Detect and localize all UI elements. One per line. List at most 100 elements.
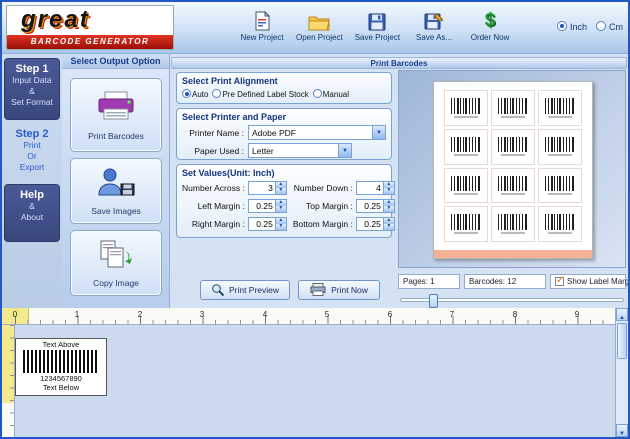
- top-margin-stepper[interactable]: [356, 199, 395, 213]
- magnifier-icon: [211, 283, 224, 298]
- show-label-margin-checkbox[interactable]: [555, 277, 564, 286]
- scroll-down-icon[interactable]: [616, 424, 628, 437]
- floppy-pencil-icon: [424, 9, 445, 31]
- preview-barcode-cell: [538, 90, 582, 126]
- radio-icon: [313, 89, 322, 98]
- spin-down-icon[interactable]: [276, 188, 286, 194]
- top-margin-input[interactable]: [357, 200, 383, 212]
- label-margin-highlight: [434, 250, 592, 258]
- bottom-margin-stepper[interactable]: [356, 217, 395, 231]
- alignment-predefined-radio[interactable]: Pre Defined Label Stock: [212, 89, 308, 99]
- left-margin-stepper[interactable]: [248, 199, 287, 213]
- spin-down-icon[interactable]: [384, 206, 394, 212]
- design-workspace: 0 1 2 3 4 5 6 7 8 9 Text Above 123456789…: [2, 308, 628, 437]
- spin-down-icon[interactable]: [384, 224, 394, 230]
- barcode-icon: [23, 350, 99, 373]
- number-down-stepper[interactable]: [356, 181, 395, 195]
- print-preview-label: Print Preview: [229, 285, 279, 295]
- unit-inch-label: Inch: [570, 22, 587, 32]
- left-margin-input[interactable]: [249, 200, 275, 212]
- ruler-minor-ticks: [10, 325, 14, 437]
- vertical-ruler: [2, 325, 15, 437]
- paper-used-label: Paper Used :: [182, 146, 244, 156]
- print-preview-button[interactable]: Print Preview: [200, 280, 290, 300]
- barcode-icon: [545, 98, 575, 114]
- sidebar-step2[interactable]: Step 2 Print Or Export: [4, 124, 60, 180]
- unit-inch-radio[interactable]: Inch: [557, 21, 587, 32]
- step-sidebar: Step 1 Input Data & Set Format Step 2 Pr…: [2, 54, 62, 308]
- barcode-text-above: Text Above: [43, 340, 80, 349]
- preview-barcode-cell: [538, 129, 582, 165]
- scroll-up-icon[interactable]: [616, 308, 628, 321]
- preview-barcode-cell: [491, 129, 535, 165]
- ruler-number: 1: [72, 310, 82, 319]
- dollar-icon: $: [485, 9, 496, 31]
- barcode-icon: [498, 137, 528, 153]
- copy-image-label: Copy Image: [93, 278, 139, 288]
- show-label-margin-box: Show Label Margin: [550, 274, 626, 289]
- spin-down-icon[interactable]: [276, 224, 286, 230]
- barcode-icon: [498, 176, 528, 192]
- ruler-number: 8: [510, 310, 520, 319]
- order-now-label: Order Now: [471, 33, 510, 42]
- preview-zoom-slider[interactable]: [400, 298, 624, 302]
- preview-barcode-cell: [538, 168, 582, 204]
- copy-image-button[interactable]: Copy Image: [70, 230, 162, 296]
- print-now-button[interactable]: Print Now: [298, 280, 380, 300]
- save-images-button[interactable]: Save Images: [70, 158, 162, 224]
- preview-barcode-cell: [538, 206, 582, 242]
- sidebar-help-about[interactable]: Help & About: [4, 184, 60, 242]
- open-project-button[interactable]: Open Project: [296, 9, 343, 42]
- sidebar-step1[interactable]: Step 1 Input Data & Set Format: [4, 58, 60, 120]
- preview-barcode-cell: [491, 206, 535, 242]
- barcode-icon: [451, 98, 481, 114]
- logo-subtitle: BARCODE GENERATOR: [7, 35, 173, 49]
- print-barcodes-panel: Print Barcodes Select Print Alignment Au…: [170, 54, 628, 308]
- alignment-group: Select Print Alignment Auto Pre Defined …: [176, 72, 392, 104]
- print-barcodes-button[interactable]: Print Barcodes: [70, 78, 162, 152]
- radio-icon: [596, 21, 606, 31]
- right-margin-input[interactable]: [249, 218, 275, 230]
- app-window: great BARCODE GENERATOR New Project Open…: [0, 0, 630, 439]
- right-margin-stepper[interactable]: [248, 217, 287, 231]
- barcode-design-object[interactable]: Text Above 1234567890 Text Below: [15, 338, 107, 396]
- preview-barcode-cell: [444, 129, 488, 165]
- chevron-down-icon[interactable]: [338, 144, 351, 157]
- ruler-number: 5: [322, 310, 332, 319]
- horizontal-ruler: 0 1 2 3 4 5 6 7 8 9: [2, 308, 615, 325]
- number-across-stepper[interactable]: [248, 181, 287, 195]
- bottom-margin-input[interactable]: [357, 218, 383, 230]
- spin-down-icon[interactable]: [384, 188, 394, 194]
- preview-barcode-cell: [444, 206, 488, 242]
- barcode-text-below: Text Below: [43, 383, 79, 392]
- workspace-scrollbar[interactable]: [615, 308, 628, 437]
- print-barcodes-label: Print Barcodes: [88, 131, 144, 141]
- barcode-icon: [545, 214, 575, 230]
- printer-name-dropdown[interactable]: Adobe PDF: [248, 125, 386, 140]
- save-project-label: Save Project: [355, 33, 400, 42]
- print-now-label: Print Now: [331, 285, 368, 295]
- unit-cm-radio[interactable]: Cm: [596, 21, 623, 32]
- scrollbar-thumb[interactable]: [617, 323, 627, 359]
- new-project-button[interactable]: New Project: [240, 9, 284, 42]
- spin-down-icon[interactable]: [276, 206, 286, 212]
- save-project-button[interactable]: Save Project: [355, 9, 400, 42]
- save-as-label: Save As...: [416, 33, 452, 42]
- preview-barcode-cell: [444, 90, 488, 126]
- person-floppy-icon: [95, 167, 137, 202]
- unit-cm-label: Cm: [609, 22, 623, 32]
- number-across-input[interactable]: [249, 182, 275, 194]
- save-as-button[interactable]: Save As...: [412, 9, 456, 42]
- slider-thumb[interactable]: [429, 294, 438, 308]
- alignment-auto-radio[interactable]: Auto: [182, 89, 208, 99]
- output-options-header: Select Output Option: [62, 54, 169, 69]
- order-now-button[interactable]: $ Order Now: [468, 9, 512, 42]
- paper-used-dropdown[interactable]: Letter: [248, 143, 352, 158]
- alignment-manual-radio[interactable]: Manual: [313, 89, 349, 99]
- number-down-input[interactable]: [357, 182, 383, 194]
- panel-title: Print Barcodes: [171, 57, 627, 69]
- chevron-down-icon[interactable]: [372, 126, 385, 139]
- app-logo: great BARCODE GENERATOR: [6, 5, 174, 50]
- new-project-icon: [254, 9, 271, 31]
- preview-barcode-cell: [491, 168, 535, 204]
